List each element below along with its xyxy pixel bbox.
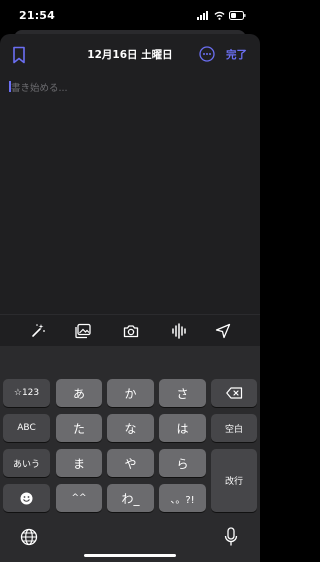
done-button[interactable]: 完了: [226, 47, 247, 62]
key-sa[interactable]: さ: [159, 379, 206, 407]
home-indicator: [84, 554, 176, 557]
battery-icon: [229, 11, 246, 20]
key-space[interactable]: 空白: [211, 414, 257, 442]
location-arrow-icon[interactable]: [215, 323, 231, 339]
microphone-icon[interactable]: [224, 527, 238, 547]
globe-icon[interactable]: [20, 528, 38, 546]
backspace-icon: [225, 387, 242, 399]
key-ta[interactable]: た: [56, 414, 102, 442]
key-ya[interactable]: や: [107, 449, 154, 477]
key-ha[interactable]: は: [159, 414, 206, 442]
journal-editor-sheet: 12月16日 土曜日 完了 書き始める...: [0, 34, 260, 346]
editor-toolbar: [0, 314, 260, 346]
more-options-icon[interactable]: [199, 46, 215, 62]
status-icons: [197, 11, 246, 20]
key-kana[interactable]: あいう: [3, 449, 50, 477]
status-time: 21:54: [19, 9, 56, 22]
japanese-keyboard: ☆123 ABC あいう あ か さ た な は ま や ら ^^ わ_ 、。?…: [0, 346, 260, 562]
entry-date-title[interactable]: 12月16日 土曜日: [0, 47, 260, 62]
photo-library-icon[interactable]: [75, 323, 91, 339]
key-wa[interactable]: わ_: [107, 484, 154, 512]
audio-wave-icon[interactable]: [171, 323, 187, 339]
key-numbers-symbols[interactable]: ☆123: [3, 379, 50, 407]
camera-icon[interactable]: [123, 323, 139, 339]
magic-wand-icon[interactable]: [30, 323, 46, 339]
emoji-icon: [20, 492, 33, 504]
key-dakuten[interactable]: ^^: [56, 484, 102, 512]
key-ma[interactable]: ま: [56, 449, 102, 477]
key-ra[interactable]: ら: [159, 449, 206, 477]
status-bar: 21:54: [0, 0, 260, 32]
key-backspace[interactable]: [211, 379, 257, 407]
key-ka[interactable]: か: [107, 379, 154, 407]
signal-icon: [197, 11, 208, 20]
key-emoji[interactable]: [3, 484, 50, 512]
key-return[interactable]: 改行: [211, 449, 257, 512]
key-na[interactable]: な: [107, 414, 154, 442]
key-a[interactable]: あ: [56, 379, 102, 407]
wifi-icon: [214, 11, 225, 20]
key-abc[interactable]: ABC: [3, 414, 50, 442]
entry-text-input[interactable]: 書き始める...: [11, 80, 68, 94]
key-punctuation[interactable]: 、。?!: [159, 484, 206, 512]
